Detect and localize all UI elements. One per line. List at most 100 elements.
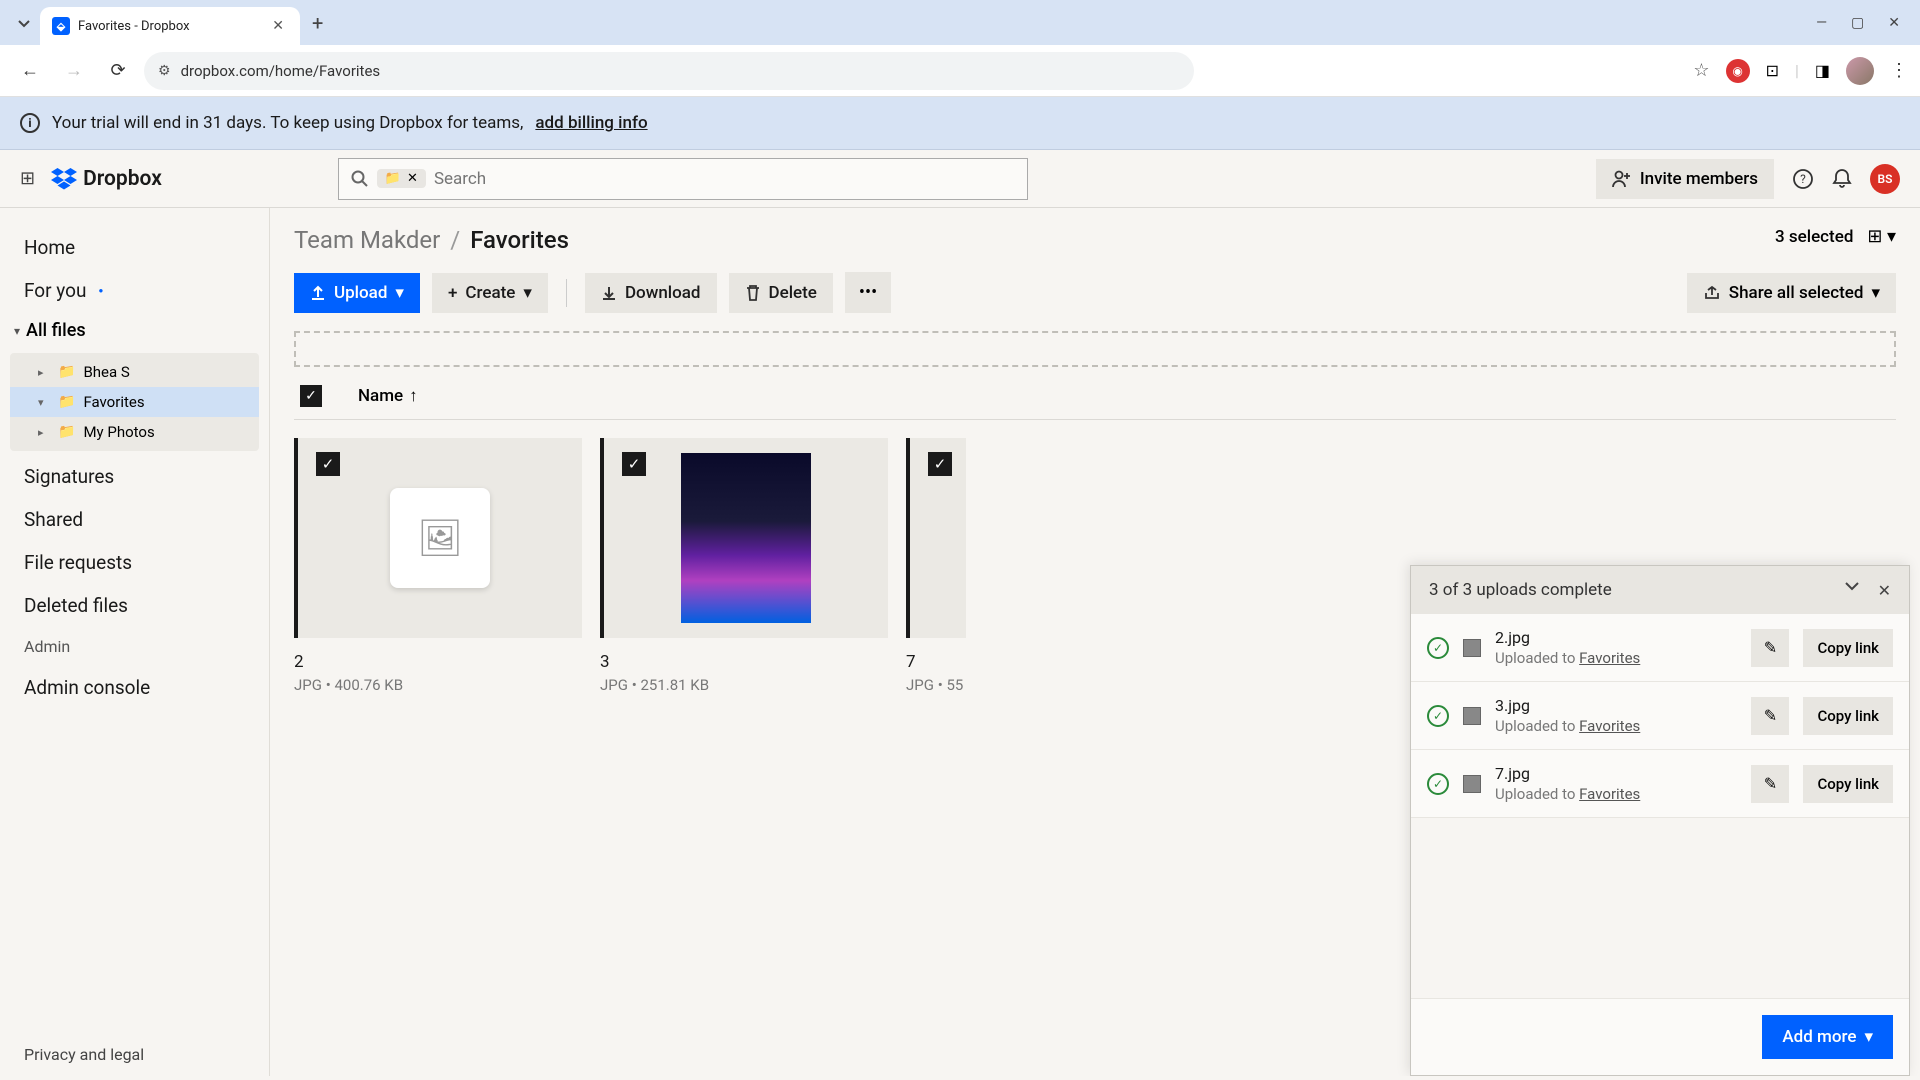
file-card[interactable]: ✓ 🖼 2 JPG • 400.76 KB	[294, 438, 582, 694]
content-area: Team Makder / Favorites 3 selected ⊞ ▾ U…	[270, 208, 1920, 1076]
file-checkbox[interactable]: ✓	[622, 452, 646, 476]
file-card[interactable]: ✓ 7 JPG • 55	[906, 438, 966, 694]
invite-members-button[interactable]: Invite members	[1596, 159, 1774, 199]
rename-button[interactable]: ✎	[1751, 765, 1789, 803]
tab-list-dropdown[interactable]	[8, 7, 40, 39]
upload-panel-header: 3 of 3 uploads complete ✕	[1411, 566, 1909, 614]
app-launcher-icon[interactable]: ⊞	[20, 168, 35, 189]
file-checkbox[interactable]: ✓	[316, 452, 340, 476]
tab-close-button[interactable]: ✕	[268, 16, 288, 36]
sidebar-item-admin[interactable]: Admin	[0, 627, 269, 666]
sidebar-section-all-files[interactable]: ▾ All files	[0, 312, 269, 349]
drop-zone[interactable]	[294, 331, 1896, 367]
destination-link[interactable]: Favorites	[1579, 649, 1640, 667]
delete-button[interactable]: Delete	[729, 273, 833, 313]
file-thumb-icon	[1463, 775, 1481, 793]
tree-item-my-photos[interactable]: ▸ 📁 My Photos	[10, 417, 259, 447]
upload-destination: Uploaded to Favorites	[1495, 649, 1737, 667]
copy-link-button[interactable]: Copy link	[1803, 765, 1893, 803]
add-billing-link[interactable]: add billing info	[535, 113, 647, 133]
list-header: ✓ Name ↑	[294, 373, 1896, 420]
chip-close-icon[interactable]: ✕	[407, 171, 418, 186]
dropbox-logo-icon	[51, 168, 77, 190]
copy-link-button[interactable]: Copy link	[1803, 697, 1893, 735]
sidebar-privacy-link[interactable]: Privacy and legal	[0, 1033, 269, 1076]
reload-button[interactable]: ⟳	[100, 53, 136, 89]
close-window-button[interactable]: ✕	[1888, 15, 1900, 31]
upload-item: ✓ 3.jpg Uploaded to Favorites ✎ Copy lin…	[1411, 682, 1909, 750]
tree-item-bhea[interactable]: ▸ 📁 Bhea S	[10, 357, 259, 387]
help-icon[interactable]: ?	[1792, 168, 1814, 190]
profile-avatar[interactable]	[1846, 57, 1874, 85]
sidebar-item-deleted[interactable]: Deleted files	[0, 584, 269, 627]
file-checkbox[interactable]: ✓	[928, 452, 952, 476]
download-button[interactable]: Download	[585, 273, 717, 313]
sidebar-item-for-you[interactable]: For you	[0, 269, 269, 312]
file-thumb-icon	[1463, 707, 1481, 725]
sidebar-item-admin-console[interactable]: Admin console	[0, 666, 269, 709]
search-bar[interactable]: 📁 ✕	[338, 158, 1028, 200]
folder-icon: 📁	[58, 424, 75, 440]
maximize-button[interactable]: ▢	[1851, 15, 1864, 31]
rename-button[interactable]: ✎	[1751, 697, 1789, 735]
forward-button[interactable]: →	[56, 53, 92, 89]
plus-icon: +	[448, 283, 457, 303]
collapse-panel-button[interactable]	[1844, 581, 1860, 600]
more-actions-button[interactable]: •••	[845, 272, 891, 313]
folder-tree: ▸ 📁 Bhea S ▾ 📁 Favorites ▸ 📁 My Photos	[10, 353, 259, 451]
address-bar[interactable]: ⚙ dropbox.com/home/Favorites	[144, 52, 1194, 90]
breadcrumb-root[interactable]: Team Makder	[294, 226, 440, 254]
tab-title: Favorites - Dropbox	[78, 19, 260, 34]
back-button[interactable]: ←	[12, 53, 48, 89]
dropbox-logo[interactable]: Dropbox	[51, 167, 162, 191]
close-panel-button[interactable]: ✕	[1878, 581, 1891, 600]
dropbox-favicon: ⬙	[52, 17, 70, 35]
select-all-checkbox[interactable]: ✓	[300, 385, 322, 407]
extension-icon-1[interactable]: ◉	[1726, 59, 1750, 83]
destination-link[interactable]: Favorites	[1579, 785, 1640, 803]
chevron-down-icon: ▾	[38, 396, 50, 409]
person-add-icon	[1612, 170, 1632, 188]
tree-item-favorites[interactable]: ▾ 📁 Favorites	[10, 387, 259, 417]
chevron-down-icon: ▾	[1871, 283, 1880, 303]
action-bar: Upload ▾ + Create ▾ Download Delete	[294, 272, 1896, 313]
sidebar-item-home[interactable]: Home	[0, 226, 269, 269]
success-check-icon: ✓	[1427, 637, 1449, 659]
extensions-button[interactable]: ⊡	[1766, 61, 1779, 80]
upload-status-title: 3 of 3 uploads complete	[1429, 580, 1612, 600]
bookmark-star-icon[interactable]: ☆	[1693, 60, 1709, 81]
side-panel-button[interactable]: ◨	[1815, 61, 1830, 80]
minimize-button[interactable]: —	[1816, 15, 1827, 31]
url-text: dropbox.com/home/Favorites	[181, 62, 381, 80]
file-meta: JPG • 55	[906, 676, 966, 694]
share-icon	[1703, 285, 1721, 301]
folder-icon: 📁	[385, 171, 401, 186]
site-settings-icon[interactable]: ⚙	[158, 63, 171, 79]
file-name: 7	[906, 652, 966, 672]
create-button[interactable]: + Create ▾	[432, 273, 548, 313]
search-filter-chip[interactable]: 📁 ✕	[377, 169, 426, 188]
success-check-icon: ✓	[1427, 705, 1449, 727]
sidebar-item-file-requests[interactable]: File requests	[0, 541, 269, 584]
share-all-button[interactable]: Share all selected ▾	[1687, 273, 1896, 313]
column-header-name[interactable]: Name ↑	[358, 386, 418, 406]
sidebar-item-shared[interactable]: Shared	[0, 498, 269, 541]
file-card[interactable]: ✓ 3 JPG • 251.81 KB	[600, 438, 888, 694]
copy-link-button[interactable]: Copy link	[1803, 629, 1893, 667]
new-tab-button[interactable]: +	[312, 11, 323, 35]
rename-button[interactable]: ✎	[1751, 629, 1789, 667]
upload-file-name: 2.jpg	[1495, 628, 1737, 647]
add-more-button[interactable]: Add more ▾	[1762, 1015, 1893, 1059]
sidebar-item-signatures[interactable]: Signatures	[0, 455, 269, 498]
browser-menu-button[interactable]: ⋮	[1890, 60, 1908, 81]
view-toggle-button[interactable]: ⊞ ▾	[1867, 226, 1896, 247]
notifications-icon[interactable]	[1832, 168, 1852, 190]
chevron-down-icon: ▾	[395, 283, 404, 303]
browser-tab[interactable]: ⬙ Favorites - Dropbox ✕	[40, 7, 300, 45]
upload-button[interactable]: Upload ▾	[294, 273, 420, 313]
browser-toolbar: ← → ⟳ ⚙ dropbox.com/home/Favorites ☆ ◉ ⊡…	[0, 45, 1920, 97]
search-input[interactable]	[434, 169, 1015, 189]
user-avatar-badge[interactable]: BS	[1870, 164, 1900, 194]
chevron-right-icon: ▸	[38, 426, 50, 439]
destination-link[interactable]: Favorites	[1579, 717, 1640, 735]
